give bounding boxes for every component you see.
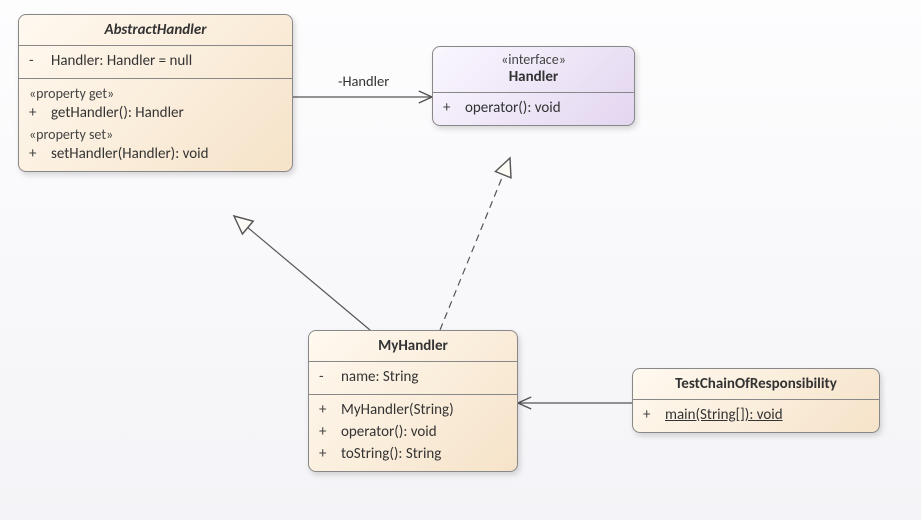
class-title: Handler (433, 68, 634, 92)
visibility: + (319, 445, 333, 463)
operation-row: + getHandler(): Handler (29, 102, 282, 124)
operation-text: setHandler(Handler): void (51, 145, 209, 163)
class-title: MyHandler (309, 331, 517, 361)
stereotype-set: «property set» (29, 124, 282, 143)
visibility: + (319, 423, 333, 441)
visibility: - (319, 368, 333, 386)
class-myhandler: MyHandler - name: String + MyHandler(Str… (308, 330, 518, 472)
operations-section: + main(String[]): void (633, 399, 879, 432)
attribute-text: Handler: Handler = null (51, 52, 192, 70)
operation-row: + MyHandler(String) (319, 399, 507, 421)
operation-text: operator(): void (341, 423, 437, 441)
attribute-text: name: String (341, 368, 418, 386)
operation-row: + operator(): void (319, 421, 507, 443)
visibility: + (29, 145, 43, 163)
class-testchainofresponsibility: TestChainOfResponsibility + main(String[… (632, 368, 880, 433)
interface-handler: «interface» Handler + operator(): void (432, 46, 635, 126)
real-myhandler-handler (440, 158, 510, 330)
operations-section: «property get» + getHandler(): Handler «… (19, 78, 292, 171)
attributes-section: - Handler: Handler = null (19, 45, 292, 78)
attribute-row: - Handler: Handler = null (29, 50, 282, 72)
visibility: + (319, 401, 333, 419)
operations-section: + MyHandler(String) + operator(): void +… (309, 394, 517, 471)
class-abstracthandler: AbstractHandler - Handler: Handler = nul… (18, 14, 293, 172)
visibility: + (29, 104, 43, 122)
attribute-row: - name: String (319, 366, 507, 388)
assoc-label-handler: -Handler (338, 72, 389, 90)
operation-row: + setHandler(Handler): void (29, 143, 282, 165)
visibility: + (643, 406, 657, 424)
attributes-section: - name: String (309, 361, 517, 394)
class-title: TestChainOfResponsibility (633, 369, 879, 399)
stereotype-get: «property get» (29, 83, 282, 102)
gen-myhandler-abstracthandler (234, 216, 370, 330)
visibility: + (443, 99, 457, 117)
operation-text: toString(): String (341, 445, 441, 463)
operations-section: + operator(): void (433, 92, 634, 125)
operation-text: main(String[]): void (665, 406, 783, 424)
operation-text: MyHandler(String) (341, 401, 454, 419)
operation-text: getHandler(): Handler (51, 104, 184, 122)
visibility: - (29, 52, 43, 70)
operation-text: operator(): void (465, 99, 561, 117)
operation-row: + main(String[]): void (643, 404, 869, 426)
operation-row: + operator(): void (443, 97, 624, 119)
class-title: AbstractHandler (19, 15, 292, 45)
operation-row: + toString(): String (319, 443, 507, 465)
stereotype: «interface» (433, 47, 634, 68)
